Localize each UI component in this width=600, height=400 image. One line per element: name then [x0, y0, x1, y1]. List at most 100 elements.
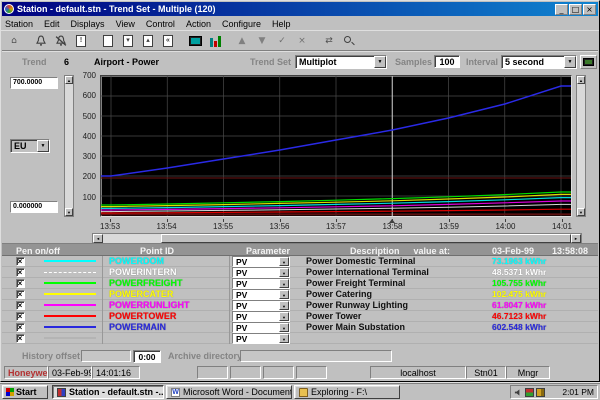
menu-control[interactable]: Control [146, 19, 175, 29]
value-at-time: 13:58:08 [552, 246, 588, 256]
scroll-right-icon[interactable]: ► [571, 234, 581, 243]
display-icon[interactable] [185, 33, 205, 50]
x-tick-label: 13:53 [100, 222, 120, 231]
parameter-select[interactable]: PV▼ [232, 300, 290, 311]
chevron-down-icon[interactable]: ▼ [279, 290, 289, 299]
archive-directory-field[interactable] [240, 350, 392, 362]
parameter-select[interactable]: PV▼ [232, 333, 290, 344]
chevron-down-icon[interactable]: ▼ [374, 56, 386, 68]
chevron-down-icon[interactable]: ▼ [279, 301, 289, 310]
pen-checkbox[interactable]: × [16, 279, 25, 288]
hi-limit-field[interactable]: 700.0000 [10, 77, 58, 89]
point-id-field[interactable]: POWERRUNLIGHT [102, 300, 230, 311]
scroll-up-icon[interactable]: ▲ [577, 76, 585, 84]
point-description: Power Tower [300, 311, 486, 322]
scroll-down-icon[interactable]: ▼ [577, 208, 585, 216]
chevron-down-icon[interactable]: ▼ [279, 279, 289, 288]
point-id-field[interactable]: POWERTOWER [102, 311, 230, 322]
alarm-silence-icon[interactable] [51, 33, 71, 50]
menu-edit[interactable]: Edit [44, 19, 60, 29]
swap-display-icon[interactable]: ⇄ [319, 33, 339, 50]
menu-view[interactable]: View [116, 19, 135, 29]
alarm-summary-icon[interactable]: ! [71, 33, 91, 50]
menu-action[interactable]: Action [186, 19, 211, 29]
pen-checkbox[interactable]: × [16, 290, 25, 299]
point-id-field[interactable]: POWERCATER [102, 289, 230, 300]
chevron-down-icon[interactable]: ▼ [564, 56, 576, 68]
pen-swatch [38, 267, 102, 278]
interval-select[interactable]: 5 second▼ [501, 55, 577, 69]
chevron-down-icon[interactable]: ▼ [279, 334, 289, 343]
scrollbar-thumb[interactable] [161, 234, 571, 243]
lo-limit-field[interactable]: 0.000000 [10, 201, 58, 213]
start-button[interactable]: Start [2, 385, 48, 399]
y-tick-label: 300 [83, 152, 96, 161]
parameter-select[interactable]: PV▼ [232, 256, 290, 267]
taskbar-clock[interactable]: 2:01 PM [562, 387, 594, 397]
parameter-select[interactable]: PV▼ [232, 322, 290, 333]
chart-vertical-scrollbar[interactable]: ▲ ▼ [576, 75, 586, 217]
pen-row: ×POWERCATERPV▼Power Catering102.475 kWhr [2, 289, 598, 300]
trend-chart-icon[interactable] [205, 33, 225, 50]
parameter-select[interactable]: PV▼ [232, 267, 290, 278]
page-down-icon[interactable]: ▾ [118, 33, 138, 50]
minimize-button[interactable]: _ [555, 4, 568, 15]
page-back-icon[interactable]: « [158, 33, 178, 50]
chevron-down-icon[interactable]: ▼ [279, 268, 289, 277]
history-offset-label: History offset [22, 351, 80, 361]
maximize-button[interactable]: □ [569, 4, 582, 15]
pen-checkbox[interactable]: × [16, 323, 25, 332]
point-id-field[interactable]: POWERFREIGHT [102, 278, 230, 289]
search-icon[interactable] [339, 33, 359, 50]
history-offset-field[interactable] [81, 350, 131, 362]
page-up-icon[interactable]: ▴ [138, 33, 158, 50]
tray-app2-icon[interactable] [536, 388, 545, 397]
history-offset-value[interactable]: 0:00 [133, 350, 161, 363]
archive-directory-label: Archive directory [168, 351, 242, 361]
parameter-select[interactable]: PV▼ [232, 311, 290, 322]
point-id-field[interactable]: POWERMAIN [102, 322, 230, 333]
point-value: 105.755 kWhr [486, 278, 598, 289]
raise-icon[interactable]: ▲ [232, 33, 252, 50]
pen-checkbox[interactable]: × [16, 257, 25, 266]
scroll-left-icon[interactable]: ◄ [93, 234, 103, 243]
chevron-down-icon[interactable]: ▼ [37, 140, 49, 152]
pen-checkbox[interactable]: × [16, 312, 25, 321]
menu-configure[interactable]: Configure [222, 19, 261, 29]
title-bar[interactable]: Station - default.stn - Trend Set - Mult… [2, 2, 598, 16]
volume-icon[interactable] [514, 388, 523, 397]
station-icon[interactable]: ⌂ [4, 33, 24, 50]
point-id-field[interactable] [102, 333, 230, 344]
cancel-icon[interactable]: × [292, 33, 312, 50]
accept-icon[interactable]: ✓ [272, 33, 292, 50]
trend-plot[interactable] [100, 75, 572, 217]
parameter-select[interactable]: PV▼ [232, 278, 290, 289]
chevron-down-icon[interactable]: ▼ [279, 323, 289, 332]
chevron-down-icon[interactable]: ▼ [279, 312, 289, 321]
point-id-field[interactable]: POWERINTERN [102, 267, 230, 278]
close-button[interactable]: × [583, 4, 596, 15]
pen-row: × PV▼ [2, 333, 598, 344]
alarm-bell-icon[interactable] [31, 33, 51, 50]
menu-station[interactable]: Station [5, 19, 33, 29]
task-button[interactable]: Exploring - F:\ [294, 385, 400, 399]
pen-checkbox[interactable]: × [16, 334, 25, 343]
trend-set-select[interactable]: Multiplot▼ [295, 55, 387, 69]
lower-icon[interactable]: ▼ [252, 33, 272, 50]
trend-number[interactable]: 6 [64, 57, 69, 67]
trend-display-button[interactable] [580, 55, 597, 69]
tray-app-icon[interactable] [525, 388, 534, 397]
parameter-select[interactable]: PV▼ [232, 289, 290, 300]
point-id-field[interactable]: POWERDOM [102, 256, 230, 267]
samples-input[interactable]: 100 [434, 55, 460, 68]
menu-help[interactable]: Help [272, 19, 291, 29]
cursor-marker-icon[interactable] [389, 219, 395, 223]
pen-checkbox[interactable]: × [16, 268, 25, 277]
task-button[interactable]: Station - default.stn -... [52, 385, 164, 399]
chevron-down-icon[interactable]: ▼ [279, 257, 289, 266]
task-button[interactable]: WMicrosoft Word - Document5 [166, 385, 292, 399]
eu-select[interactable]: EU▼ [10, 139, 50, 153]
page-icon[interactable] [98, 33, 118, 50]
menu-displays[interactable]: Displays [71, 19, 105, 29]
pen-checkbox[interactable]: × [16, 301, 25, 310]
